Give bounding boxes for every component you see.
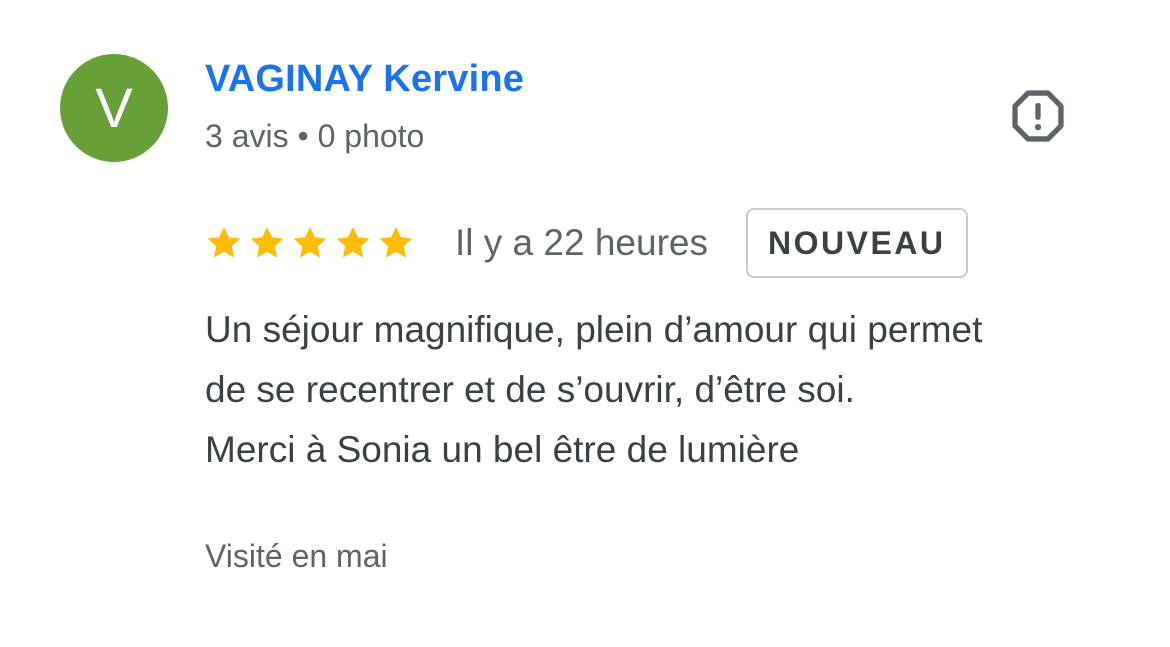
review-text-line: Merci à Sonia un bel être de lumière xyxy=(205,429,800,470)
star-rating xyxy=(205,224,415,262)
rating-row: Il y a 22 heures NOUVEAU xyxy=(205,206,968,280)
star-icon xyxy=(336,226,370,258)
review-card: V VAGINAY Kervine 3 avis • 0 photo Il y … xyxy=(0,0,1170,647)
visit-date: Visité en mai xyxy=(205,538,388,574)
review-time: Il y a 22 heures xyxy=(455,222,708,263)
star-icon xyxy=(207,226,241,258)
avatar[interactable]: V xyxy=(60,54,168,162)
report-review-button[interactable] xyxy=(1008,86,1068,146)
avatar-initial: V xyxy=(95,76,133,139)
new-badge: NOUVEAU xyxy=(745,208,968,278)
review-text-line: Un séjour magnifique, plein d’amour qui … xyxy=(205,309,983,350)
report-flag-icon xyxy=(1012,90,1064,142)
author-name-link[interactable]: VAGINAY Kervine xyxy=(205,58,524,101)
author-review-count: 3 avis • 0 photo xyxy=(205,118,425,154)
star-icon xyxy=(250,226,284,258)
review-text-line: de se recentrer et de s’ouvrir, d’être s… xyxy=(205,369,855,410)
star-icon xyxy=(379,226,413,258)
star-icon xyxy=(293,226,327,258)
review-text: Un séjour magnifique, plein d’amour qui … xyxy=(205,300,1145,480)
